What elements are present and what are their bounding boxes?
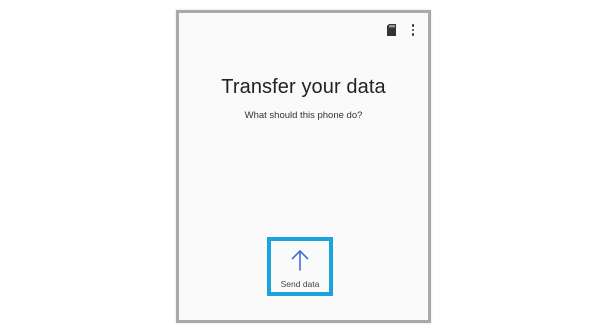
top-app-bar: [387, 21, 416, 39]
send-data-label: Send data: [280, 279, 320, 289]
page-subtitle: What should this phone do?: [244, 110, 363, 121]
phone-screenshot-frame: Transfer your data What should this phon…: [176, 10, 431, 323]
more-options-icon[interactable]: [410, 23, 416, 37]
stage: Transfer your data What should this phon…: [0, 0, 600, 333]
transfer-screen: Transfer your data What should this phon…: [179, 13, 428, 320]
page-title: Transfer your data: [221, 76, 386, 98]
sd-card-icon[interactable]: [387, 24, 396, 36]
arrow-up-icon: [290, 249, 310, 271]
send-data-button[interactable]: Send data: [267, 237, 333, 296]
